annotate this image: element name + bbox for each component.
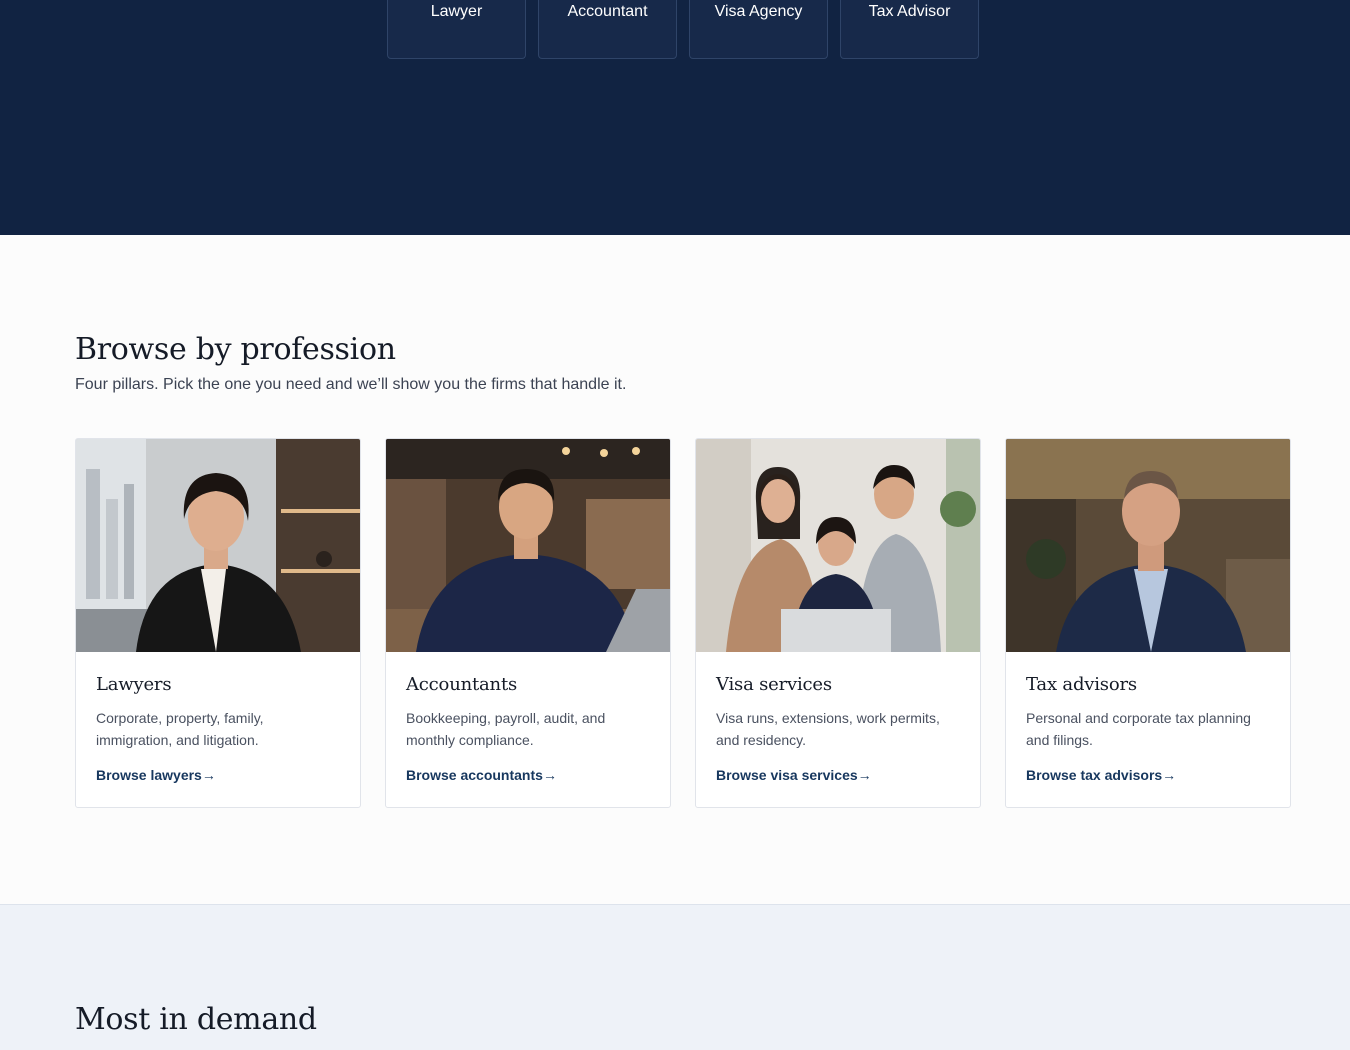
tab-accountant[interactable]: Accountant — [538, 0, 677, 59]
arrow-right-icon: → — [857, 767, 872, 783]
browse-accountants-link[interactable]: Browse accountants→ — [406, 767, 557, 783]
section-title: Browse by profession — [75, 332, 396, 367]
visa-team-photo — [696, 439, 980, 652]
tab-lawyer[interactable]: Lawyer — [387, 0, 526, 59]
tab-visa-agency[interactable]: Visa Agency — [689, 0, 828, 59]
link-label: Browse visa services — [716, 767, 858, 783]
browse-section: Browse by profession Four pillars. Pick … — [0, 235, 1350, 904]
section-title: Most in demand — [75, 1002, 317, 1037]
card-title: Accountants — [406, 674, 518, 695]
lawyer-photo — [76, 439, 360, 652]
tax-advisor-photo — [1006, 439, 1290, 652]
card-description: Bookkeeping, payroll, audit, and monthly… — [406, 710, 606, 748]
profession-card-lawyers[interactable]: Lawyers Corporate, property, family, imm… — [75, 438, 361, 808]
profession-card-visa-services[interactable]: Visa services Visa runs, extensions, wor… — [695, 438, 981, 808]
card-description: Corporate, property, family, immigration… — [96, 710, 264, 748]
most-in-demand-section: Most in demand — [0, 904, 1350, 1050]
hero-section: Lawyer Accountant Visa Agency Tax Adviso… — [0, 0, 1350, 235]
link-label: Browse lawyers — [96, 767, 202, 783]
card-title: Lawyers — [96, 674, 172, 695]
browse-tax-advisors-link[interactable]: Browse tax advisors→ — [1026, 767, 1176, 783]
arrow-right-icon: → — [542, 767, 557, 783]
card-title: Tax advisors — [1026, 674, 1137, 695]
arrow-right-icon: → — [1162, 767, 1177, 783]
link-label: Browse tax advisors — [1026, 767, 1163, 783]
browse-lawyers-link[interactable]: Browse lawyers→ — [96, 767, 216, 783]
card-title: Visa services — [716, 674, 832, 695]
arrow-right-icon: → — [201, 767, 216, 783]
tab-tax-advisor[interactable]: Tax Advisor — [840, 0, 979, 59]
profession-card-tax-advisors[interactable]: Tax advisors Personal and corporate tax … — [1005, 438, 1291, 808]
profession-card-accountants[interactable]: Accountants Bookkeeping, payroll, audit,… — [385, 438, 671, 808]
card-description: Personal and corporate tax planning and … — [1026, 710, 1251, 748]
browse-visa-services-link[interactable]: Browse visa services→ — [716, 767, 872, 783]
card-description: Visa runs, extensions, work permits, and… — [716, 710, 940, 748]
link-label: Browse accountants — [406, 767, 543, 783]
section-subtitle: Four pillars. Pick the one you need and … — [75, 376, 627, 393]
accountant-photo — [386, 439, 670, 652]
profession-tabs: Lawyer Accountant Visa Agency Tax Adviso… — [387, 0, 979, 59]
